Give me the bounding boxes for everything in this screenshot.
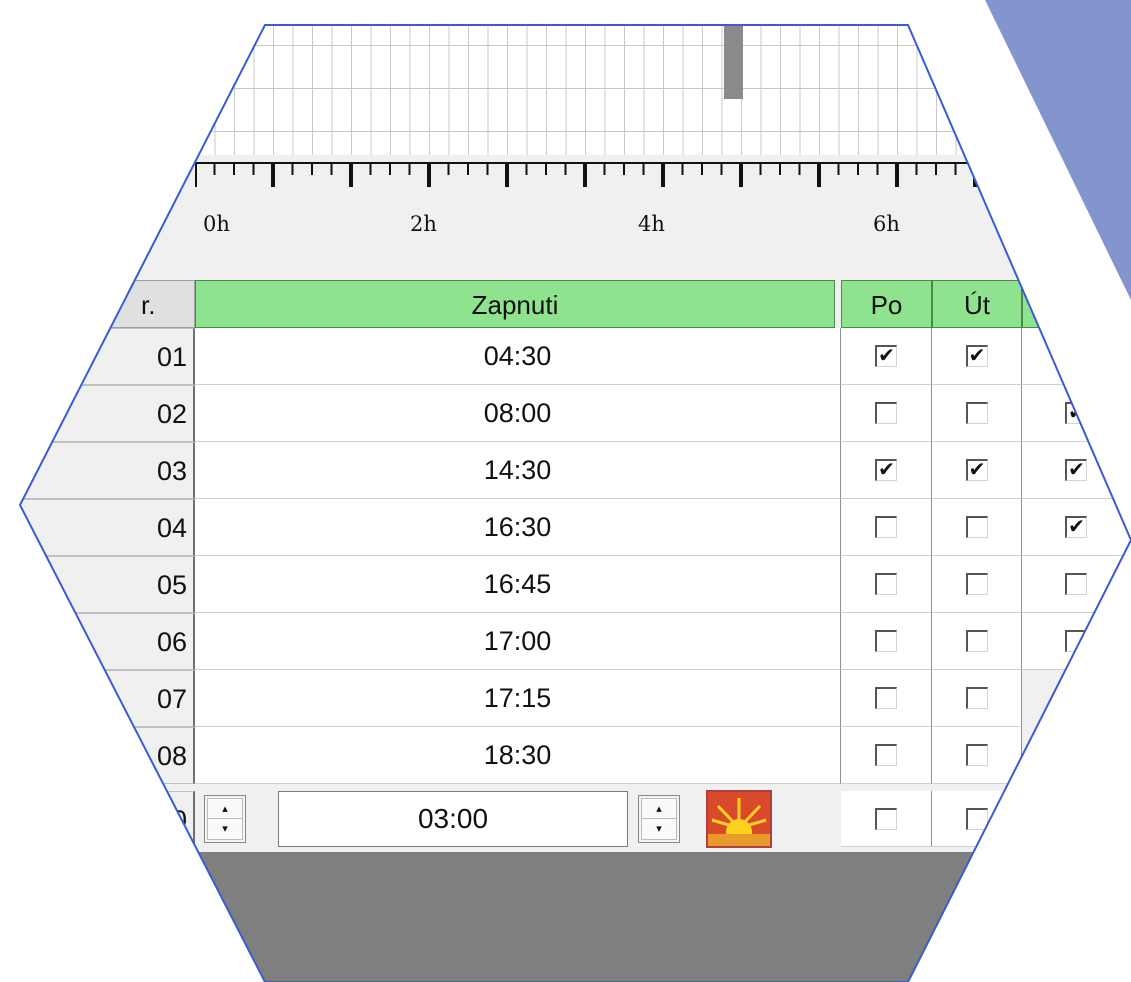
accent-shape xyxy=(985,0,1131,300)
